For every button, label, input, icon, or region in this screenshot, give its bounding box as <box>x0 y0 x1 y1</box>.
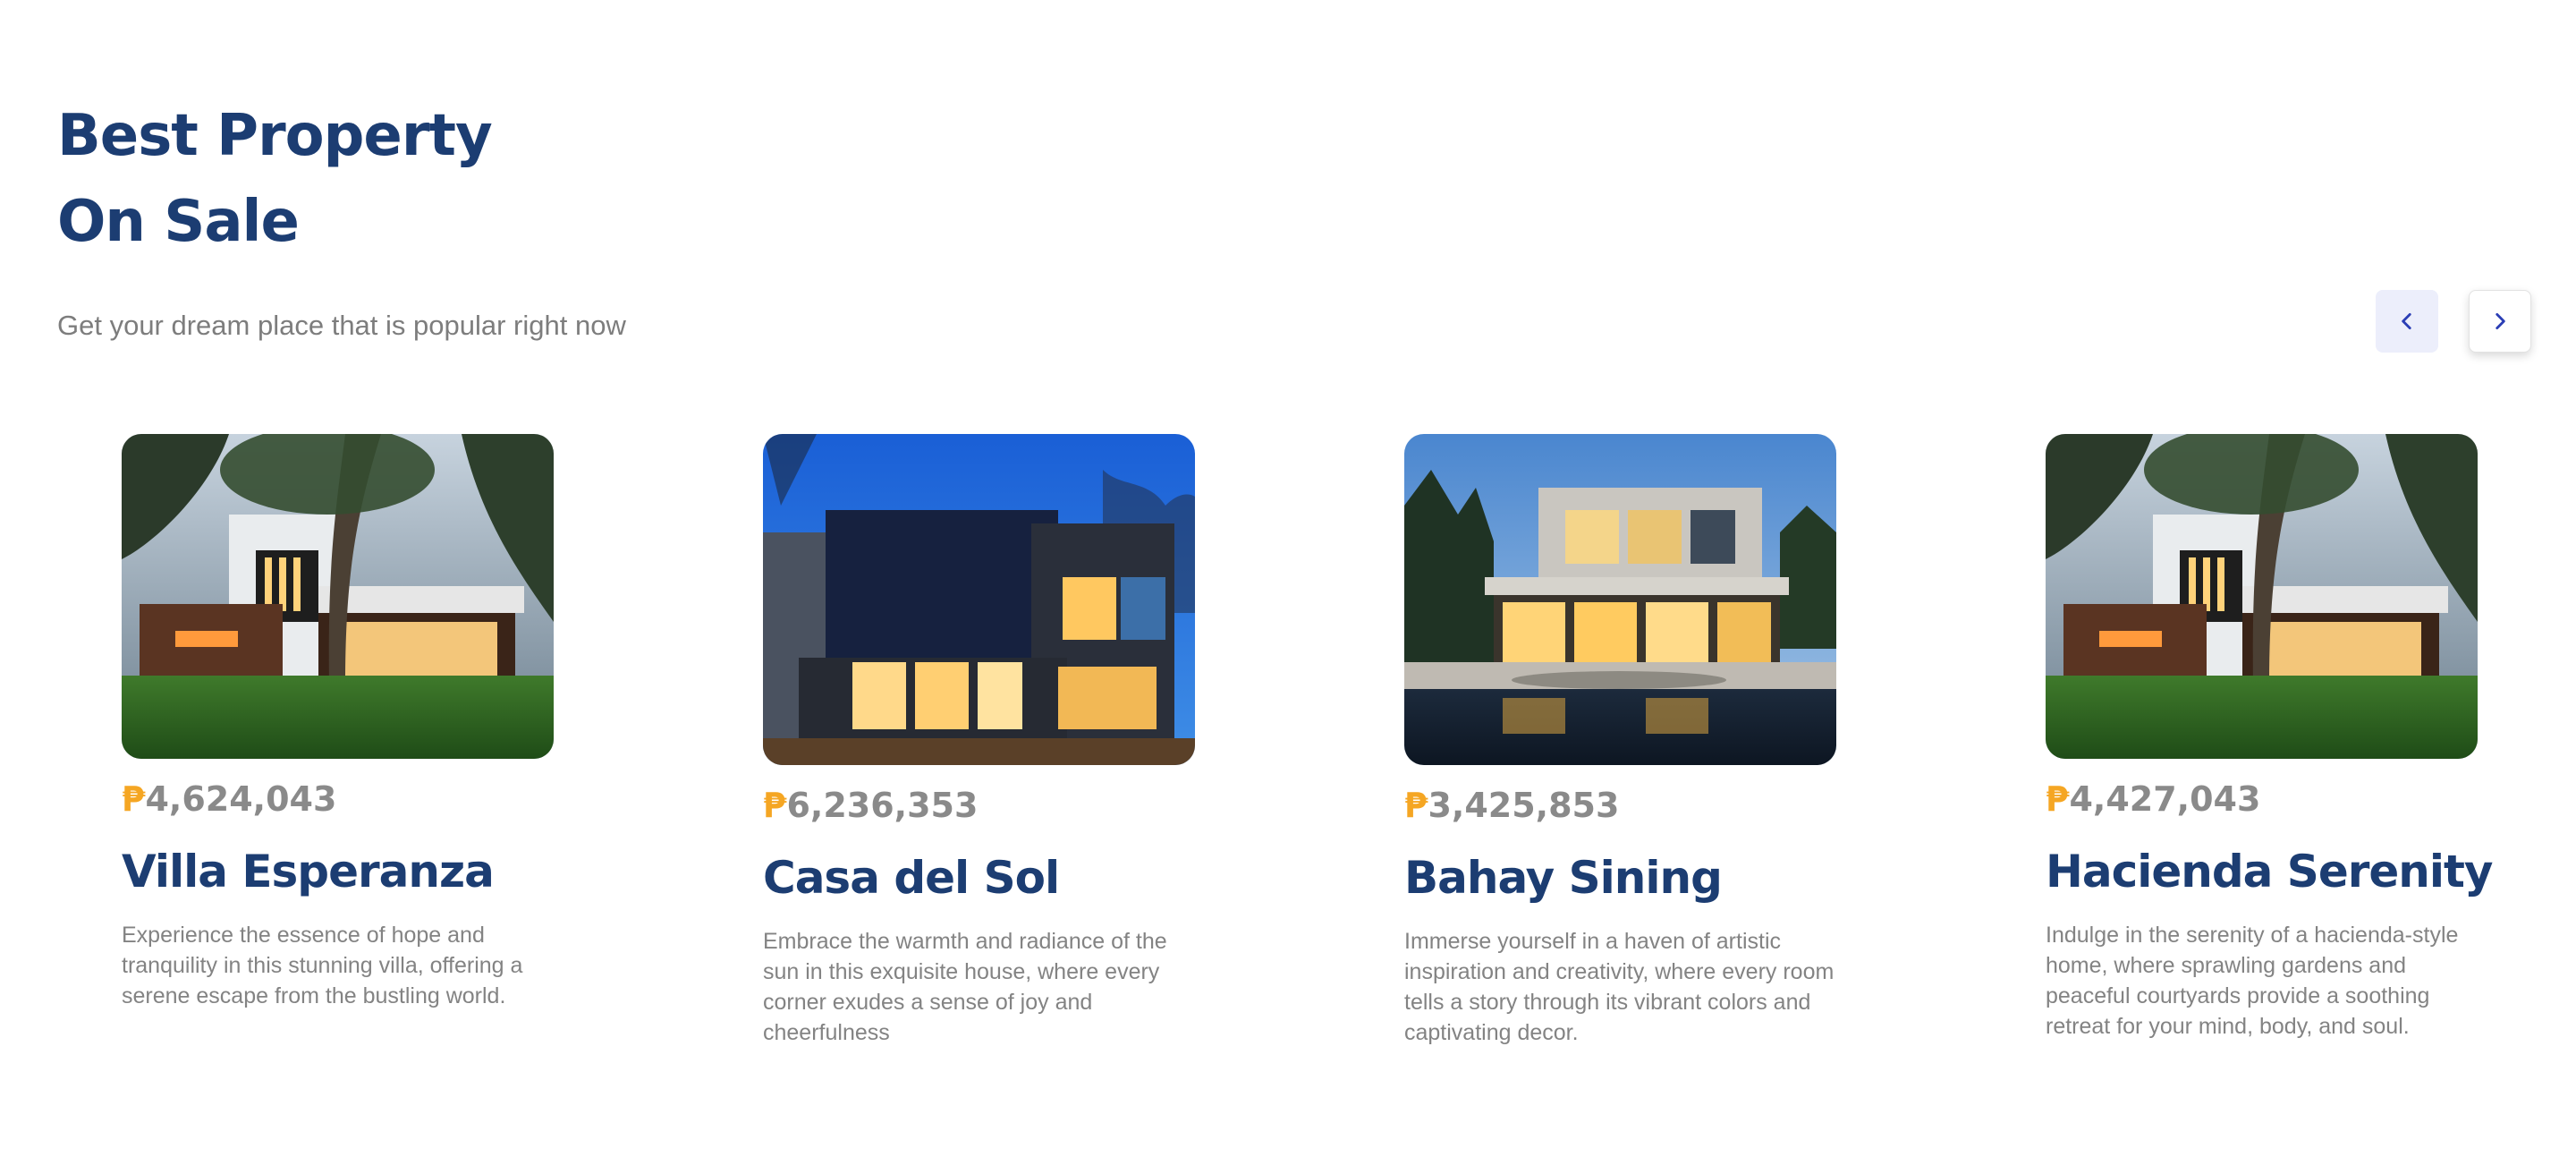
property-card[interactable]: ₱4,427,043 Hacienda Serenity Indulge in … <box>2046 434 2494 1042</box>
property-price: ₱6,236,353 <box>763 783 1195 828</box>
property-name[interactable]: Villa Esperanza <box>122 843 554 900</box>
property-image <box>763 434 1195 765</box>
property-card[interactable]: ₱6,236,353 Casa del Sol Embrace the warm… <box>763 434 1195 1048</box>
property-description: Indulge in the serenity of a hacienda-st… <box>2046 923 2459 1039</box>
property-name[interactable]: Hacienda Serenity <box>2046 843 2494 900</box>
property-name[interactable]: Bahay Sining <box>1404 849 1836 906</box>
currency-symbol: ₱ <box>122 779 146 819</box>
property-description: Embrace the warmth and radiance of the s… <box>763 929 1167 1045</box>
currency-symbol: ₱ <box>2046 779 2070 819</box>
property-card[interactable]: ₱4,624,043 Villa Esperanza Experience th… <box>122 434 554 1011</box>
property-description: Experience the essence of hope and tranq… <box>122 923 523 1008</box>
property-price: ₱4,624,043 <box>122 777 554 821</box>
currency-symbol: ₱ <box>763 786 787 825</box>
property-image <box>1404 434 1836 765</box>
property-card[interactable]: ₱3,425,853 Bahay Sining Immerse yourself… <box>1404 434 1836 1048</box>
price-value: 4,427,043 <box>2069 779 2261 819</box>
section-subtitle: Get your dream place that is popular rig… <box>57 310 626 341</box>
chevron-left-icon <box>2402 313 2411 329</box>
price-value: 3,425,853 <box>1428 786 1620 825</box>
next-button[interactable] <box>2469 290 2531 353</box>
price-value: 6,236,353 <box>786 786 979 825</box>
property-price: ₱4,427,043 <box>2046 777 2478 821</box>
price-value: 4,624,043 <box>145 779 337 819</box>
chevron-right-icon <box>2496 313 2505 329</box>
previous-button[interactable] <box>2376 290 2438 353</box>
currency-symbol: ₱ <box>1404 786 1428 825</box>
property-name[interactable]: Casa del Sol <box>763 849 1195 906</box>
section-title: Best Property On Sale <box>57 93 493 265</box>
property-description: Immerse yourself in a haven of artistic … <box>1404 929 1835 1045</box>
property-image <box>122 434 554 759</box>
property-image <box>2046 434 2478 759</box>
section-title-line-2: On Sale <box>57 189 300 255</box>
section-title-line-1: Best Property <box>57 103 493 169</box>
property-price: ₱3,425,853 <box>1404 783 1836 828</box>
